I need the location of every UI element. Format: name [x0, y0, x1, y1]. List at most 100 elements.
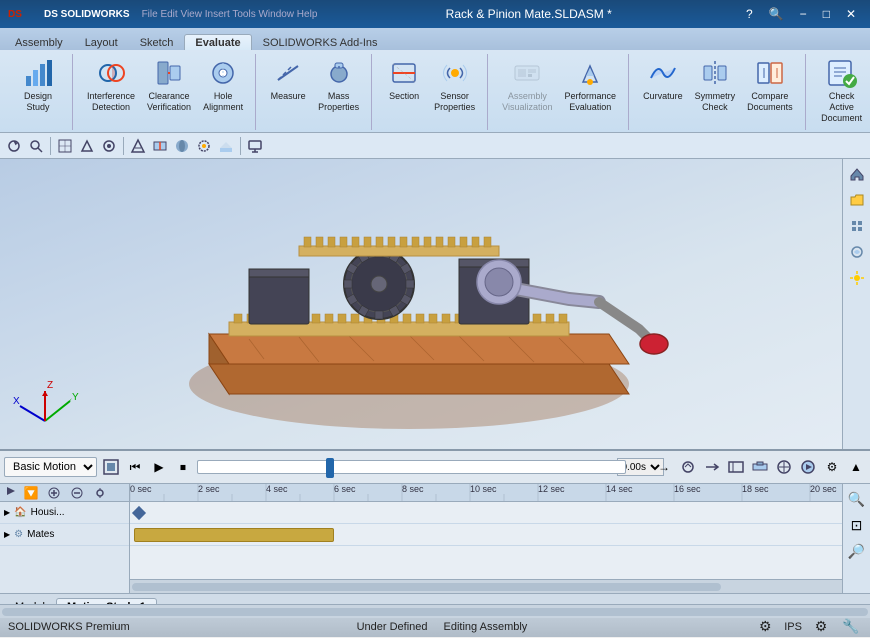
timeline-hscroll[interactable]: [130, 579, 870, 593]
view-tool-1[interactable]: [55, 136, 75, 156]
timeline-add[interactable]: [44, 483, 64, 503]
motion-btn-1[interactable]: [678, 457, 698, 477]
track-housing[interactable]: [130, 502, 870, 524]
mass-properties-button[interactable]: MassProperties: [314, 54, 363, 116]
performance-button[interactable]: PerformanceEvaluation: [561, 54, 621, 116]
motion-arrow[interactable]: →: [654, 457, 674, 477]
timeline-left: 🔽 ▶ 🏠 Housi... ▶ ⚙ Mates: [0, 484, 130, 593]
check-active-button[interactable]: Check ActiveDocument: [816, 54, 868, 126]
section-button[interactable]: Section: [382, 54, 426, 105]
mass-icon: [323, 57, 355, 89]
section-view-tool[interactable]: [150, 136, 170, 156]
tab-evaluate[interactable]: Evaluate: [184, 34, 251, 50]
motion-mode-select[interactable]: Basic Motion Animation: [4, 457, 97, 477]
ribbon-tabs: Assembly Layout Sketch Evaluate SOLIDWOR…: [0, 28, 870, 50]
motion-stop[interactable]: ⏹: [173, 457, 193, 477]
svg-text:DS: DS: [8, 9, 22, 20]
motion-btn-2[interactable]: [702, 457, 722, 477]
timeline-delete[interactable]: [67, 483, 87, 503]
view-folder-button[interactable]: [846, 189, 868, 211]
motion-scrubber[interactable]: [197, 460, 626, 474]
motion-expand[interactable]: ▲: [846, 457, 866, 477]
scene-tool[interactable]: [216, 136, 236, 156]
tab-layout[interactable]: Layout: [74, 34, 129, 50]
timeline-zoom-fit[interactable]: ⊡: [846, 514, 868, 536]
status-center: Under Defined Editing Assembly: [357, 621, 528, 633]
view-3d-button[interactable]: [846, 215, 868, 237]
motion-icons-btn[interactable]: [101, 457, 121, 477]
hole-alignment-button[interactable]: HoleAlignment: [199, 54, 247, 116]
display-mode-tool[interactable]: [172, 136, 192, 156]
units-label: IPS: [784, 621, 802, 633]
sensor-button[interactable]: SensorProperties: [430, 54, 479, 116]
tab-addins[interactable]: SOLIDWORKS Add-Ins: [252, 34, 389, 50]
timeline-item-housing[interactable]: ▶ 🏠 Housi...: [0, 502, 129, 524]
symmetry-button[interactable]: SymmetryCheck: [691, 54, 740, 116]
timeline: 🔽 ▶ 🏠 Housi... ▶ ⚙ Mates: [0, 483, 870, 593]
clearance-verification-button[interactable]: ClearanceVerification: [143, 54, 195, 116]
viewport[interactable]: Y X Z: [0, 159, 870, 449]
timeline-settings[interactable]: [90, 483, 110, 503]
tab-assembly[interactable]: Assembly: [4, 34, 74, 50]
lighting-button[interactable]: [846, 267, 868, 289]
motion-btn-6[interactable]: [798, 457, 818, 477]
timeline-filter[interactable]: 🔽: [21, 483, 41, 503]
monitor-tool[interactable]: [245, 136, 265, 156]
view-tool-3[interactable]: [99, 136, 119, 156]
status-bar: SOLIDWORKS Premium Under Defined Editing…: [0, 615, 870, 637]
status-icon-3[interactable]: 🔧: [840, 616, 862, 638]
mates-icon: ⚙: [14, 529, 23, 540]
help-button[interactable]: ?: [740, 5, 759, 23]
timeline-zoom-in[interactable]: 🔍: [846, 488, 868, 510]
appearance-tool[interactable]: [194, 136, 214, 156]
compare-button[interactable]: CompareDocuments: [743, 54, 797, 116]
view-tool-2[interactable]: [77, 136, 97, 156]
minimize-button[interactable]: −: [794, 5, 813, 23]
interference-detection-button[interactable]: InterferenceDetection: [83, 54, 139, 116]
motion-btn-5[interactable]: [774, 457, 794, 477]
design-study-button[interactable]: DesignStudy: [12, 54, 64, 116]
track-mates[interactable]: [130, 524, 870, 546]
motion-bar: Basic Motion Animation ⏮ ▶ ⏹ 0.00s →: [0, 449, 870, 483]
animation-bar[interactable]: [134, 528, 334, 542]
motion-btn-3[interactable]: [726, 457, 746, 477]
motion-play[interactable]: ▶: [149, 457, 169, 477]
hole-icon: [207, 57, 239, 89]
performance-icon: [574, 57, 606, 89]
performance-label: PerformanceEvaluation: [565, 91, 617, 113]
view-home-button[interactable]: [846, 163, 868, 185]
timeline-ruler: 0 sec 2 sec 4 sec 6 sec 8 sec 10 sec 12 …: [130, 484, 870, 502]
solidworks-logo: DSSOLID: [8, 4, 40, 25]
motion-rewind[interactable]: ⏮: [125, 457, 145, 477]
appearance-button[interactable]: [846, 241, 868, 263]
mass-label: MassProperties: [318, 91, 359, 113]
measure-icon: [272, 57, 304, 89]
close-button[interactable]: ✕: [840, 5, 862, 23]
curvature-button[interactable]: Curvature: [639, 54, 687, 105]
motion-key-select[interactable]: 0.00s: [630, 457, 650, 477]
zoom-tool[interactable]: [26, 136, 46, 156]
motion-thumb[interactable]: [326, 458, 334, 478]
status-icon-2[interactable]: ⚙: [810, 616, 832, 638]
measure-button[interactable]: Measure: [266, 54, 310, 105]
motion-settings[interactable]: ⚙: [822, 457, 842, 477]
interference-label: InterferenceDetection: [87, 91, 135, 113]
3d-model: [149, 159, 669, 449]
timeline-zoom-out[interactable]: 🔎: [846, 540, 868, 562]
keyframe-housing[interactable]: [132, 506, 146, 520]
expand-icon-mates[interactable]: ▶: [4, 530, 10, 539]
motion-btn-4[interactable]: [750, 457, 770, 477]
tab-sketch[interactable]: Sketch: [129, 34, 185, 50]
rotate-tool[interactable]: [4, 136, 24, 156]
search-button[interactable]: 🔍: [763, 5, 790, 23]
sensor-icon: [439, 57, 471, 89]
maximize-button[interactable]: □: [817, 5, 836, 23]
timeline-hscroll-left[interactable]: [0, 604, 870, 618]
document-title: Rack & Pinion Mate.SLDASM *: [317, 7, 740, 21]
title-bar-left: DSSOLID DS SOLIDWORKS File Edit View Ins…: [8, 4, 317, 25]
assembly-viz-button[interactable]: AssemblyVisualization: [498, 54, 556, 116]
timeline-item-mates[interactable]: ▶ ⚙ Mates: [0, 524, 129, 546]
perspective-tool[interactable]: [128, 136, 148, 156]
expand-icon[interactable]: ▶: [4, 508, 10, 517]
status-icon-1[interactable]: ⚙: [754, 616, 776, 638]
